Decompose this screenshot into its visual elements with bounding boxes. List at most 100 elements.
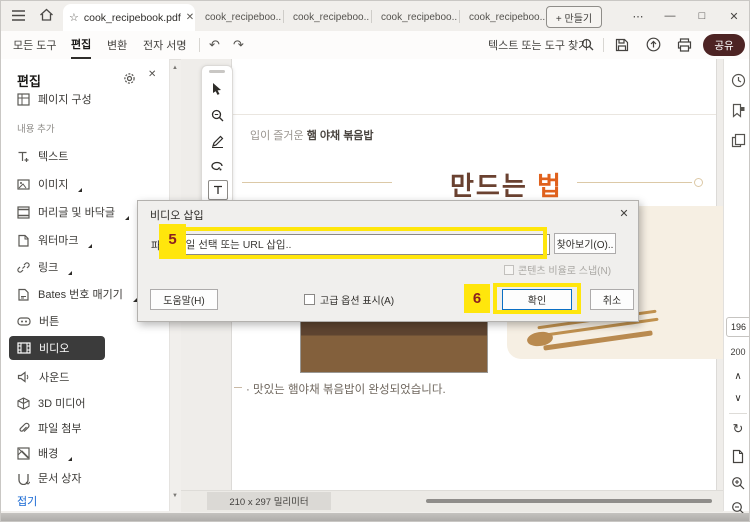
horizontal-scrollbar[interactable] [426, 499, 712, 503]
advanced-option[interactable]: 고급 옵션 표시(A) [304, 292, 394, 307]
background-icon [17, 446, 30, 460]
collapse-link[interactable]: 접기 [17, 493, 37, 509]
help-button[interactable]: 도움말(H) [150, 289, 218, 310]
acrobat-window: ☆ cook_recipebook.pdf ✕ cook_recipeboo..… [0, 0, 750, 522]
add-text-tool-icon[interactable] [208, 180, 228, 200]
heading-rule-left [242, 182, 392, 183]
sidebar-item-file-attachment[interactable]: 파일 첨부 [9, 416, 161, 440]
list-tick [234, 387, 242, 388]
tab-3[interactable]: cook_recipeboo.. [373, 7, 472, 27]
tab-overflow-button[interactable]: ⋯ [627, 5, 649, 27]
tab-2[interactable]: cook_recipeboo.. [285, 7, 384, 27]
quick-tools [201, 65, 233, 205]
search-icon[interactable] [581, 38, 594, 51]
lasso-tool-icon[interactable] [206, 156, 228, 178]
right-rail: 196 200 ∧ ∨ ↻ [723, 59, 749, 515]
sidebar-item-3d-media[interactable]: 3D 미디어 [9, 391, 161, 415]
divider [199, 38, 200, 52]
sidebar-item-page-organize[interactable]: 페이지 구성 [9, 87, 161, 111]
document-box-icon [17, 472, 30, 485]
tab-active[interactable]: ☆ cook_recipebook.pdf ✕ [63, 4, 195, 31]
tab-1[interactable]: cook_recipeboo.. [197, 7, 296, 27]
upload-icon[interactable] [646, 37, 661, 52]
panel-close-icon[interactable]: ✕ [148, 69, 156, 80]
menubar: 모든 도구 편집 변환 전자 서명 ↶ ↷ 텍스트 또는 도구 찾기 공유 [1, 31, 749, 60]
statusbar: 210 x 297 밀리미터 [181, 490, 723, 512]
undo-icon[interactable]: ↶ [209, 31, 220, 59]
bates-icon [17, 288, 30, 301]
sidebar-item-text[interactable]: 텍스트 [9, 144, 161, 168]
link-icon [17, 261, 30, 274]
button-icon [17, 315, 31, 328]
recipe-heading: 만드는 법 [450, 171, 563, 201]
pages-copy-icon[interactable] [729, 131, 747, 149]
page-number-input[interactable]: 196 [726, 317, 749, 337]
tab-active-label: cook_recipebook.pdf [83, 11, 181, 24]
save-icon[interactable] [615, 38, 629, 52]
3d-cube-icon [17, 396, 30, 410]
sidebar-item-sound[interactable]: 사운드 [9, 365, 161, 389]
submenu-indicator [68, 271, 73, 275]
menu-edit[interactable]: 편집 [71, 31, 92, 59]
heading-rule-dot [694, 178, 703, 187]
tab-close-icon[interactable]: ✕ [186, 12, 194, 23]
drag-handle[interactable] [209, 70, 225, 73]
recipe-caption: · 맛있는 햄야채 볶음밥이 완성되었습니다. [246, 384, 446, 396]
step6-highlight-box [493, 283, 581, 314]
snap-label: 콘텐츠 비율로 스냅(N) [518, 266, 612, 277]
sidebar-item-document-box[interactable]: 문서 상자 [9, 466, 161, 490]
advanced-checkbox[interactable] [304, 294, 315, 305]
pen-tool-icon[interactable] [206, 130, 228, 152]
share-button[interactable]: 공유 [703, 34, 745, 56]
tab-separator [371, 10, 372, 23]
maximize-button[interactable]: □ [691, 5, 713, 27]
star-icon[interactable]: ☆ [69, 11, 79, 24]
submenu-indicator [68, 457, 73, 461]
redo-icon[interactable]: ↷ [233, 31, 244, 59]
titlebar: ☆ cook_recipebook.pdf ✕ cook_recipeboo..… [1, 1, 749, 31]
print-icon[interactable] [677, 38, 692, 52]
cancel-button[interactable]: 취소 [590, 289, 634, 310]
paperclip-icon [17, 422, 30, 435]
sidebar-item-background[interactable]: 배경 [9, 441, 161, 465]
zoom-tool-icon[interactable] [206, 104, 228, 126]
step5-highlight-box [159, 227, 547, 259]
menu-esign[interactable]: 전자 서명 [143, 31, 187, 59]
select-tool-icon[interactable] [206, 78, 228, 100]
submenu-indicator [78, 188, 83, 192]
recipe-subtitle-bold: 햄 야채 볶음밥 [306, 130, 374, 142]
divider [729, 413, 747, 414]
page-down-icon[interactable]: ∨ [724, 393, 749, 404]
sidebar-scroll-up-icon[interactable]: ▲ [170, 65, 180, 71]
gear-icon[interactable] [123, 72, 136, 85]
minimize-button[interactable]: — [659, 5, 681, 27]
sound-icon [17, 371, 31, 383]
search-label[interactable]: 텍스트 또는 도구 찾기 [488, 31, 588, 59]
sidebar-item-image[interactable]: 이미지 [9, 172, 161, 196]
step5-badge: 5 [159, 224, 186, 255]
rotate-refresh-icon[interactable]: ↻ [724, 421, 749, 437]
hamburger-menu-icon[interactable] [11, 9, 26, 22]
create-button[interactable]: + 만들기 [546, 6, 602, 28]
tab-separator [283, 10, 284, 23]
sidebar-scroll-down-icon[interactable]: ▼ [170, 493, 180, 499]
window-bottom-edge [1, 513, 749, 521]
close-button[interactable]: ✕ [723, 5, 745, 27]
image-icon [17, 178, 30, 191]
dialog-title: 비디오 삽입 [150, 210, 204, 222]
home-icon[interactable] [39, 8, 54, 22]
bookmark-flag-icon[interactable] [729, 101, 747, 119]
dialog-close-icon[interactable]: ✕ [614, 204, 634, 222]
menu-all-tools[interactable]: 모든 도구 [13, 31, 57, 59]
page-view-icon[interactable] [729, 447, 747, 465]
recipe-subtitle: 입이 즐거운 햄 야채 볶음밥 [250, 130, 374, 142]
menu-convert[interactable]: 변환 [107, 31, 127, 59]
activity-clock-icon[interactable] [729, 71, 747, 89]
step6-badge: 6 [464, 284, 490, 313]
browse-button[interactable]: 찾아보기(O).. [554, 233, 616, 254]
sidebar-item-video[interactable]: 비디오 [9, 336, 105, 360]
zoom-in-icon[interactable] [729, 474, 747, 492]
page-up-icon[interactable]: ∧ [724, 371, 749, 382]
heading-rule-right [577, 182, 692, 183]
page-total-label: 200 [730, 347, 746, 357]
